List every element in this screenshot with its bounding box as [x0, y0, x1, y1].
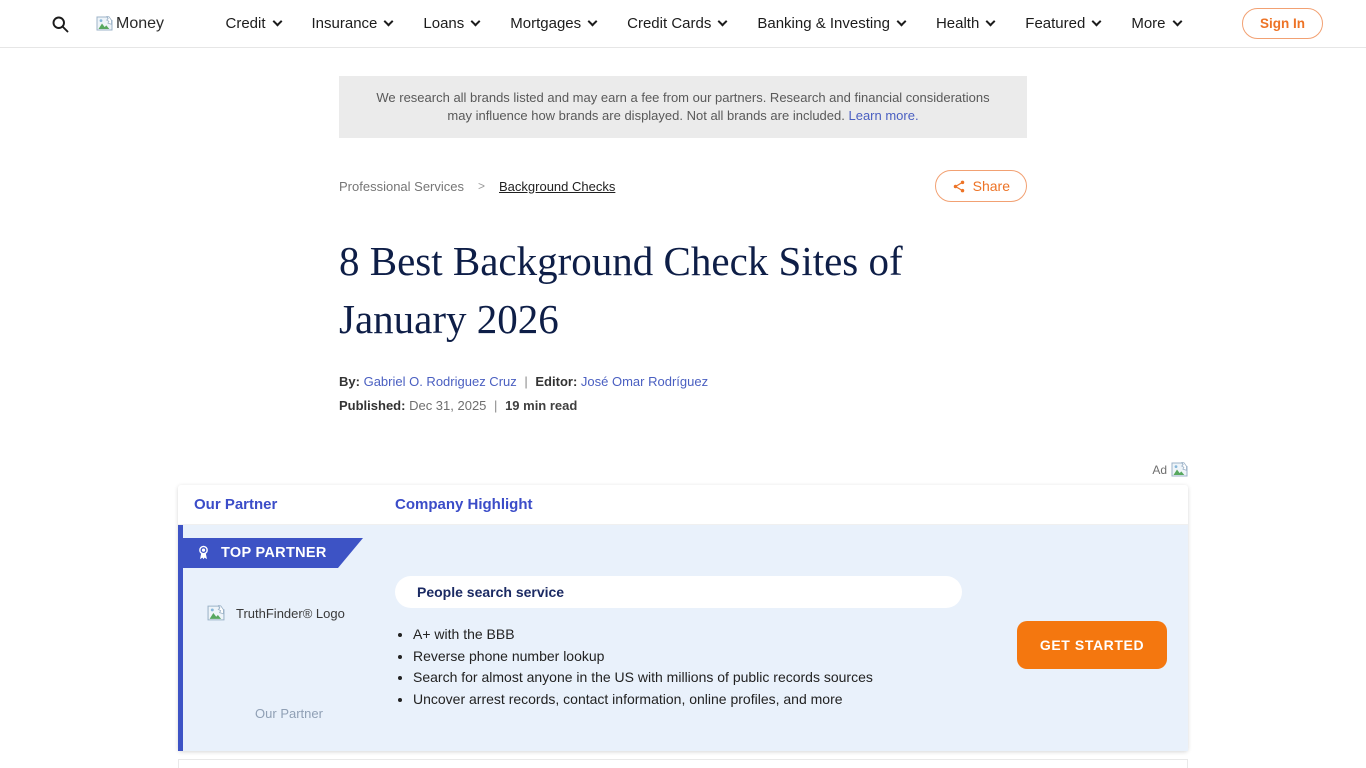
nav-menu-item[interactable]: Health	[936, 15, 994, 32]
chevron-down-icon	[272, 17, 282, 27]
nav-menu-item[interactable]: More	[1131, 15, 1180, 32]
byline: By: Gabriel O. Rodriguez Cruz | Editor: …	[339, 374, 1366, 413]
highlight-bullet: Search for almost anyone in the US with …	[413, 670, 873, 684]
service-category-pill: People search service	[395, 576, 962, 608]
next-partner-card-stub	[178, 759, 1188, 768]
chevron-down-icon	[1092, 17, 1102, 27]
nav-menu-item[interactable]: Insurance	[312, 15, 393, 32]
learn-more-link[interactable]: Learn more.	[848, 108, 918, 123]
editor-label: Editor:	[535, 374, 577, 389]
top-partner-ribbon-label: TOP PARTNER	[221, 545, 327, 561]
our-partner-column-header: Our Partner	[178, 496, 395, 513]
highlight-bullet: A+ with the BBB	[413, 627, 873, 641]
share-icon	[952, 179, 966, 194]
published-line: Published: Dec 31, 2025 | 19 min read	[339, 398, 1366, 413]
chevron-down-icon	[588, 17, 598, 27]
by-label: By:	[339, 374, 360, 389]
nav-menu-item-label: Insurance	[312, 15, 378, 32]
share-button-label: Share	[973, 178, 1010, 194]
chevron-down-icon	[718, 17, 728, 27]
broken-image-icon	[1171, 462, 1188, 477]
page-title-line1: 8 Best Background Check Sites of	[339, 232, 1039, 290]
nav-menu-item[interactable]: Credit	[226, 15, 281, 32]
highlight-bullet-list: A+ with the BBB Reverse phone number loo…	[413, 627, 873, 713]
nav-menu-item[interactable]: Mortgages	[510, 15, 596, 32]
nav-menu-item[interactable]: Featured	[1025, 15, 1100, 32]
nav-menu-item-label: Featured	[1025, 15, 1085, 32]
nav-menu-item-label: Credit Cards	[627, 15, 711, 32]
money-logo[interactable]: Money	[96, 15, 164, 33]
nav-menu-item-label: Banking & Investing	[757, 15, 890, 32]
byline-separator: |	[524, 374, 527, 389]
nav-menu-item[interactable]: Loans	[423, 15, 479, 32]
editor-link[interactable]: José Omar Rodríguez	[581, 374, 708, 389]
nav-menu-item-label: More	[1131, 15, 1165, 32]
top-partner-ribbon: TOP PARTNER	[183, 538, 363, 568]
nav-menu-item-label: Health	[936, 15, 979, 32]
chevron-down-icon	[986, 17, 996, 27]
breadcrumb-row: Professional Services > Background Check…	[339, 170, 1027, 202]
logo-alt-text: Money	[116, 15, 164, 33]
nav-menu-item-label: Credit	[226, 15, 266, 32]
advertiser-disclosure-banner: We research all brands listed and may ea…	[339, 76, 1027, 138]
page-title: 8 Best Background Check Sites of January…	[339, 232, 1039, 348]
ad-label-row: Ad	[178, 462, 1188, 477]
published-date: Dec 31, 2025	[409, 398, 486, 413]
breadcrumb-parent[interactable]: Professional Services	[339, 179, 464, 194]
author-link[interactable]: Gabriel O. Rodriguez Cruz	[364, 374, 517, 389]
partner-logo[interactable]: TruthFinder® Logo	[207, 605, 345, 621]
main-navigation: Credit Insurance Loans Mortgages Credit …	[164, 15, 1242, 32]
breadcrumb-separator-icon: >	[478, 179, 485, 193]
nav-menu-item-label: Mortgages	[510, 15, 581, 32]
nav-menu-item[interactable]: Banking & Investing	[757, 15, 905, 32]
search-icon[interactable]	[50, 14, 70, 34]
breadcrumb-current[interactable]: Background Checks	[499, 179, 615, 194]
nav-menu-item[interactable]: Credit Cards	[627, 15, 726, 32]
ad-label: Ad	[1152, 463, 1167, 477]
page-title-line2: January 2026	[339, 290, 1039, 348]
medal-icon	[196, 545, 211, 561]
highlight-bullet: Reverse phone number lookup	[413, 649, 873, 663]
chevron-down-icon	[1172, 17, 1182, 27]
chevron-down-icon	[896, 17, 906, 27]
broken-image-icon	[207, 605, 225, 621]
partner-logo-alt-text: TruthFinder® Logo	[236, 606, 345, 621]
published-separator: |	[494, 398, 497, 413]
chevron-down-icon	[384, 17, 394, 27]
our-partner-caption: Our Partner	[183, 706, 395, 721]
top-navigation-bar: Money Credit Insurance Loans Mortgages	[0, 0, 1366, 48]
get-started-button[interactable]: GET STARTED	[1017, 621, 1167, 669]
sign-in-button[interactable]: Sign In	[1242, 8, 1323, 39]
broken-image-icon	[96, 16, 113, 31]
nav-menu-item-label: Loans	[423, 15, 464, 32]
share-button[interactable]: Share	[935, 170, 1027, 202]
company-highlight-column-header: Company Highlight	[395, 496, 533, 513]
author-line: By: Gabriel O. Rodriguez Cruz | Editor: …	[339, 374, 1366, 389]
chevron-down-icon	[471, 17, 481, 27]
highlight-bullet: Uncover arrest records, contact informat…	[413, 692, 873, 706]
partner-card-body: TOP PARTNER TruthFinder® Logo Our Partne…	[178, 525, 1188, 751]
top-partner-card: Our Partner Company Highlight TOP PARTNE…	[178, 485, 1188, 751]
read-time: 19 min read	[505, 398, 577, 413]
breadcrumb: Professional Services > Background Check…	[339, 179, 615, 194]
published-label: Published:	[339, 398, 405, 413]
partner-card-header: Our Partner Company Highlight	[178, 485, 1188, 525]
